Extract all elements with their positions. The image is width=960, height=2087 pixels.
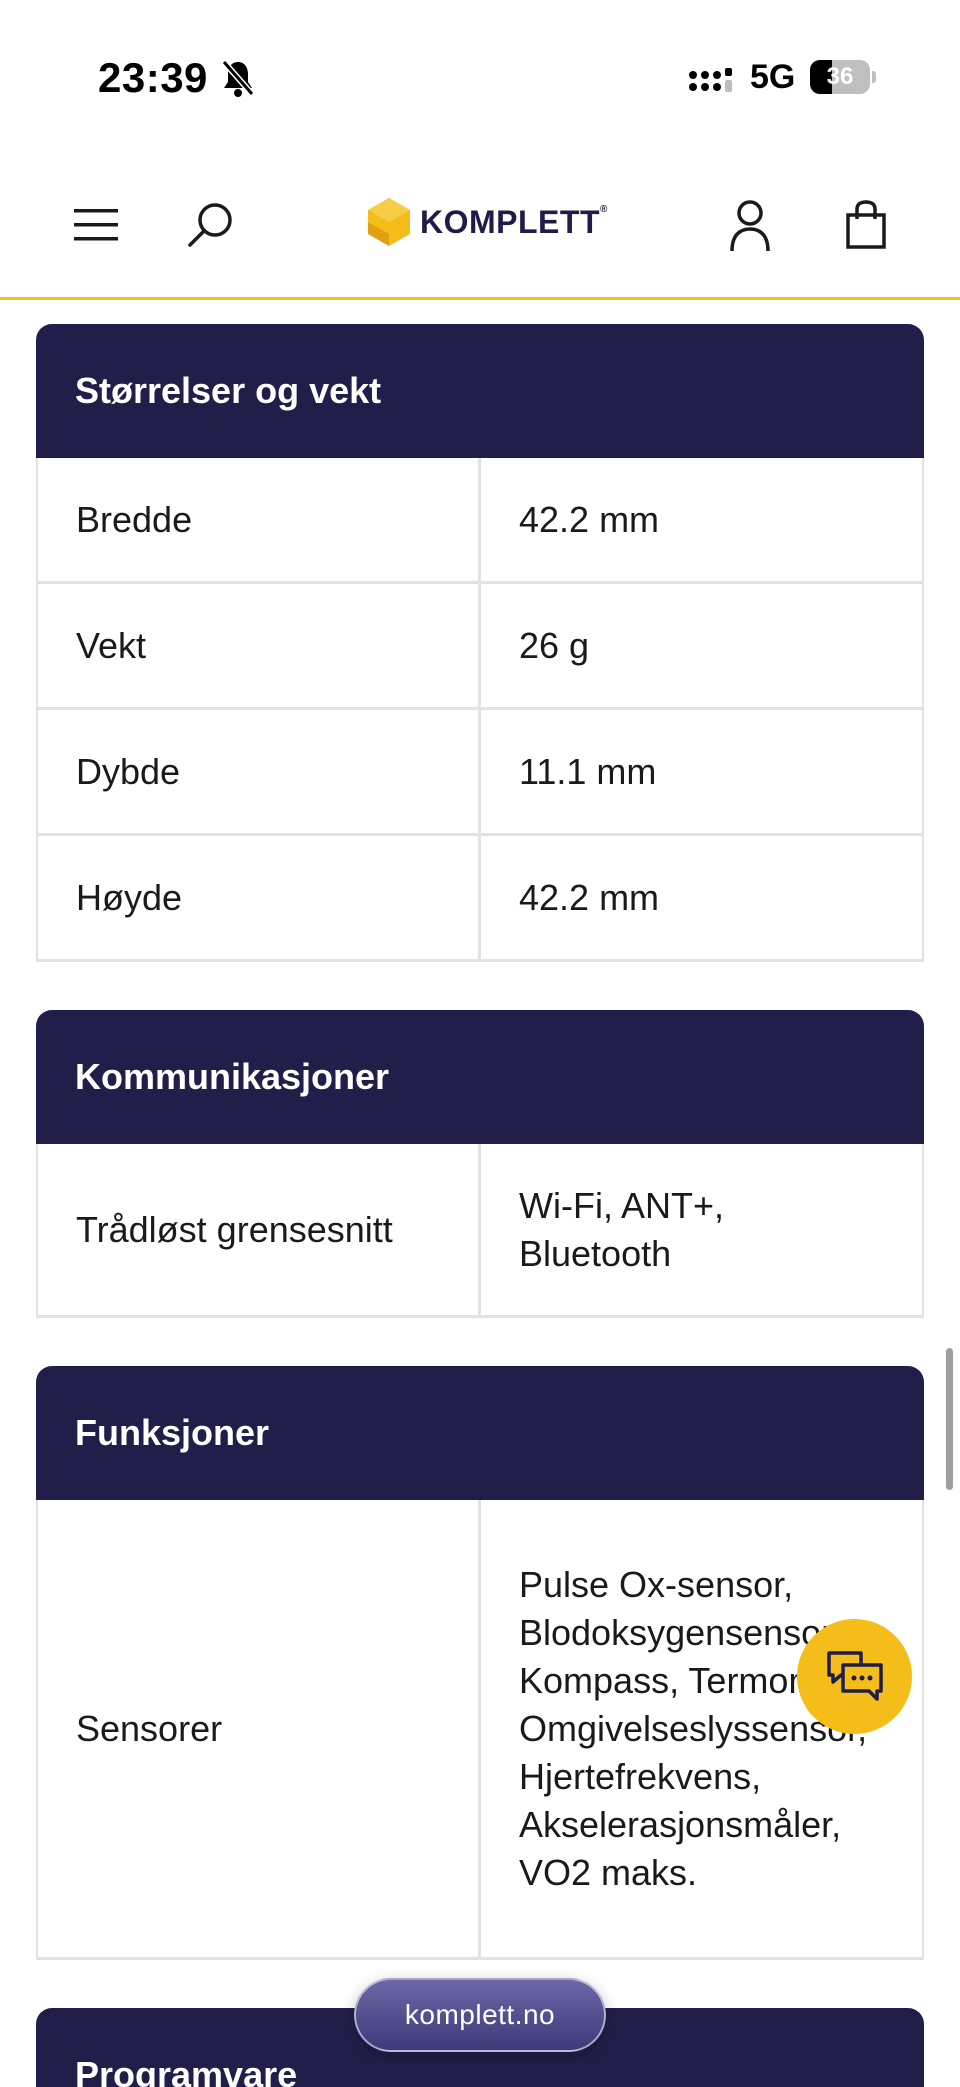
table-row: Trådløst grensesnitt Wi-Fi, ANT+, Blueto… [38,1144,922,1318]
section-title: Størrelser og vekt [75,370,382,411]
chat-button[interactable] [797,1619,912,1734]
battery-level: 36 [826,63,854,90]
table-row: Sensorer Pulse Ox-sensor, Blodoksygensen… [38,1500,922,1960]
spec-key: Høyde [38,836,481,959]
spec-table: Trådløst grensesnitt Wi-Fi, ANT+, Blueto… [36,1144,924,1318]
bell-muted-icon [221,60,255,97]
network-type: 5G [750,58,796,96]
spec-value: 11.1 mm [519,750,657,792]
section-header: Størrelser og vekt [36,324,924,458]
scrollbar-thumb[interactable] [946,1348,953,1490]
url-domain: komplett.no [404,1999,556,2030]
komplett-logo[interactable]: KOMPLETT® [366,192,608,252]
shopping-bag-icon [846,200,886,249]
table-row: Høyde 42.2 mm [38,836,922,962]
site-header: KOMPLETT® [0,150,960,300]
url-bar[interactable]: komplett.no [354,1978,606,2052]
search-icon [188,203,232,247]
section-header: Kommunikasjoner [36,1010,924,1144]
section-communications: Kommunikasjoner Trådløst grensesnitt Wi-… [36,1010,924,1318]
section-functions: Funksjoner Sensorer Pulse Ox-sensor, Blo… [36,1366,924,1960]
section-header: Funksjoner [36,1366,924,1500]
table-row: Bredde 42.2 mm [38,458,922,584]
spec-value: Wi-Fi, ANT+, Bluetooth [519,1184,724,1274]
account-button[interactable] [720,195,780,255]
spec-table: Bredde 42.2 mm Vekt 26 g Dybde 11.1 mm H… [36,458,924,962]
cart-button[interactable] [836,195,896,255]
spec-table: Sensorer Pulse Ox-sensor, Blodoksygensen… [36,1500,924,1960]
chat-bubbles-icon [826,1650,883,1701]
menu-button[interactable] [66,195,126,255]
status-bar: 23:39 5G 36 [0,0,960,150]
user-icon [730,200,770,252]
table-row: Vekt 26 g [38,584,922,710]
section-sizes-weight: Størrelser og vekt Bredde 42.2 mm Vekt 2… [36,324,924,962]
hamburger-menu-icon [74,209,118,241]
spec-value: 42.2 mm [519,498,660,540]
cellular-signal-icon [689,68,732,92]
table-row: Dybde 11.1 mm [38,710,922,836]
search-button[interactable] [180,195,240,255]
spec-key: Vekt [38,584,481,707]
spec-value: 26 g [519,624,590,666]
section-title: Programvare [75,2054,298,2087]
section-title: Funksjoner [75,1412,270,1453]
spec-key: Sensorer [38,1500,481,1957]
spec-content: Størrelser og vekt Bredde 42.2 mm Vekt 2… [36,324,924,2087]
logo-text: KOMPLETT® [420,203,608,240]
status-time: 23:39 [98,54,208,101]
spec-key: Bredde [38,458,481,581]
spec-value: 42.2 mm [519,876,660,918]
spec-key: Trådløst grensesnitt [38,1144,481,1315]
spec-key: Dybde [38,710,481,833]
battery-icon: 36 [810,60,876,94]
komplett-logo-icon [368,198,410,246]
section-title: Kommunikasjoner [75,1056,390,1097]
